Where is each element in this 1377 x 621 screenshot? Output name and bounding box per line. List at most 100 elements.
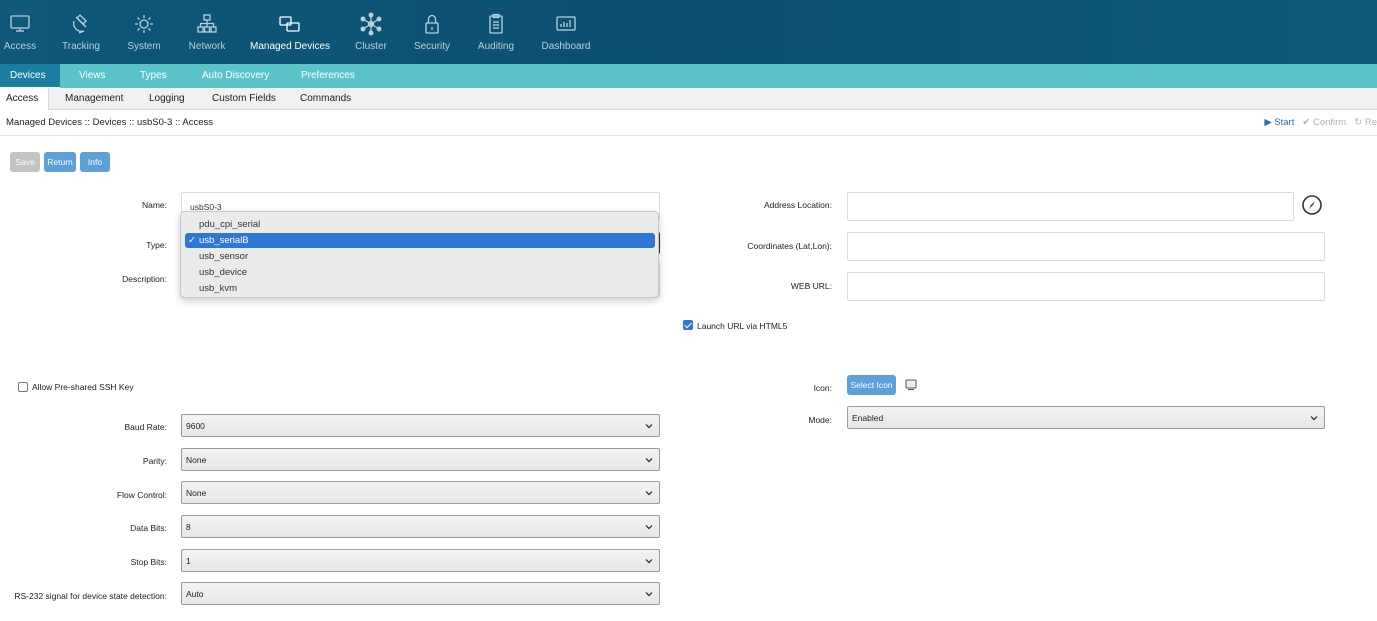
parity-value: None — [186, 454, 207, 465]
gear-icon — [135, 15, 153, 33]
nav-access[interactable]: Access — [3, 0, 37, 64]
save-button[interactable]: Save — [10, 152, 40, 172]
devices-icon — [279, 16, 300, 32]
tab-commands[interactable]: Commands — [300, 88, 351, 110]
mode-label: Mode: — [808, 415, 832, 425]
tab-preferences[interactable]: Preferences — [301, 64, 355, 88]
refresh-action[interactable]: ↻ Re — [1354, 117, 1377, 128]
return-button[interactable]: Return — [44, 152, 76, 172]
address-field[interactable] — [847, 192, 1294, 221]
databits-value: 8 — [186, 521, 191, 532]
launch-html5-checkbox[interactable] — [683, 320, 693, 330]
tab-access[interactable]: Access — [0, 88, 49, 110]
databits-label: Data Bits: — [130, 523, 167, 533]
type-label: Type: — [146, 240, 167, 250]
rs232-select[interactable]: Auto — [181, 582, 660, 605]
clipboard-icon — [489, 13, 503, 34]
section-tabs: Access Management Logging Custom Fields … — [0, 88, 1377, 110]
tab-views[interactable]: Views — [79, 64, 106, 88]
nav-label: Cluster — [355, 41, 387, 52]
tab-types[interactable]: Types — [140, 64, 167, 88]
databits-select[interactable]: 8 — [181, 515, 660, 538]
checkmark-icon: ✓ — [188, 235, 196, 246]
nav-auditing[interactable]: Auditing — [477, 0, 515, 64]
page-actions: ▶ Start ✔ Confirm ↻ Re — [1264, 117, 1377, 128]
refresh-label: Re — [1364, 117, 1377, 128]
coordinates-label: Coordinates (Lat,Lon): — [747, 241, 832, 251]
confirm-label: Confirm — [1312, 117, 1347, 128]
flow-label: Flow Control: — [116, 490, 167, 500]
start-label: Start — [1274, 117, 1295, 128]
allow-ssh-label: Allow Pre-shared SSH Key — [32, 382, 134, 392]
icon-label: Icon: — [813, 383, 832, 393]
chevron-down-icon — [645, 592, 653, 597]
description-label: Description: — [122, 274, 167, 284]
type-option[interactable]: usb_device — [185, 265, 655, 280]
nav-system[interactable]: System — [127, 0, 161, 64]
parity-select[interactable]: None — [181, 448, 660, 471]
nav-label: Access — [3, 41, 37, 52]
breadcrumb: Managed Devices :: Devices :: usbS0-3 ::… — [6, 117, 213, 128]
nav-label: Network — [188, 41, 226, 52]
nav-tracking[interactable]: Tracking — [62, 0, 100, 64]
cluster-icon — [360, 12, 382, 36]
baud-select[interactable]: 9600 — [181, 414, 660, 437]
breadcrumb-bar: Managed Devices :: Devices :: usbS0-3 ::… — [0, 110, 1377, 136]
nav-cluster[interactable]: Cluster — [355, 0, 387, 64]
stopbits-label: Stop Bits: — [130, 557, 167, 567]
chevron-down-icon — [645, 525, 653, 530]
weburl-field[interactable] — [847, 272, 1325, 301]
tab-management[interactable]: Management — [65, 88, 123, 110]
device-preview-icon — [905, 379, 917, 390]
select-icon-button[interactable]: Select Icon — [847, 375, 896, 395]
sub-navigation: Devices Views Types Auto Discovery Prefe… — [0, 64, 1377, 89]
top-navigation: Access Tracking System Network Managed D… — [0, 0, 1377, 64]
chevron-down-icon — [645, 458, 653, 463]
allow-ssh-checkbox[interactable] — [18, 382, 28, 392]
launch-html5-label: Launch URL via HTML5 — [697, 321, 788, 331]
baud-value: 9600 — [186, 420, 205, 431]
type-option-label: usb_serialB — [199, 235, 249, 246]
chevron-down-icon — [645, 491, 653, 496]
stopbits-select[interactable]: 1 — [181, 549, 660, 572]
compass-icon[interactable] — [1301, 194, 1323, 216]
chevron-down-icon — [1310, 416, 1318, 421]
nav-dashboard[interactable]: Dashboard — [542, 0, 590, 64]
nav-label: Security — [413, 41, 451, 52]
mode-select[interactable]: Enabled — [847, 406, 1325, 429]
info-button[interactable]: Info — [80, 152, 110, 172]
chevron-down-icon — [645, 424, 653, 429]
confirm-action[interactable]: ✔ Confirm — [1302, 117, 1346, 128]
parity-label: Parity: — [142, 456, 167, 466]
mode-value: Enabled — [852, 412, 884, 423]
tab-custom-fields[interactable]: Custom Fields — [212, 88, 276, 110]
stopbits-value: 1 — [186, 555, 191, 566]
nav-network[interactable]: Network — [188, 0, 226, 64]
nav-security[interactable]: Security — [414, 0, 450, 64]
nav-label: Tracking — [62, 41, 100, 52]
flow-select[interactable]: None — [181, 481, 660, 504]
nav-label: Auditing — [477, 41, 515, 52]
tab-auto-discovery[interactable]: Auto Discovery — [202, 64, 269, 88]
type-option[interactable]: usb_sensor — [185, 249, 655, 264]
refresh-icon: ↻ — [1354, 117, 1363, 128]
monitor-icon — [10, 15, 30, 32]
name-value: usbS0-3 — [190, 201, 222, 212]
dashboard-icon — [556, 16, 576, 31]
nav-label: Managed Devices — [249, 41, 331, 52]
nav-label: System — [127, 41, 161, 52]
coordinates-field[interactable] — [847, 232, 1325, 261]
start-action[interactable]: ▶ Start — [1264, 117, 1294, 128]
rs232-label: RS-232 signal for device state detection… — [14, 591, 167, 601]
nav-managed-devices[interactable]: Managed Devices — [249, 0, 331, 64]
tab-devices[interactable]: Devices — [0, 64, 60, 89]
type-option-selected[interactable]: ✓ usb_serialB — [185, 233, 655, 248]
type-option[interactable]: pdu_cpi_serial — [185, 217, 655, 232]
type-option[interactable]: usb_kvm — [185, 281, 655, 296]
rs232-value: Auto — [186, 588, 204, 599]
lock-icon — [425, 14, 439, 34]
satellite-icon — [73, 14, 87, 34]
type-dropdown-menu: pdu_cpi_serial ✓ usb_serialB usb_sensor u… — [180, 211, 659, 298]
tab-logging[interactable]: Logging — [149, 88, 185, 110]
check-icon: ✔ — [1302, 117, 1311, 128]
